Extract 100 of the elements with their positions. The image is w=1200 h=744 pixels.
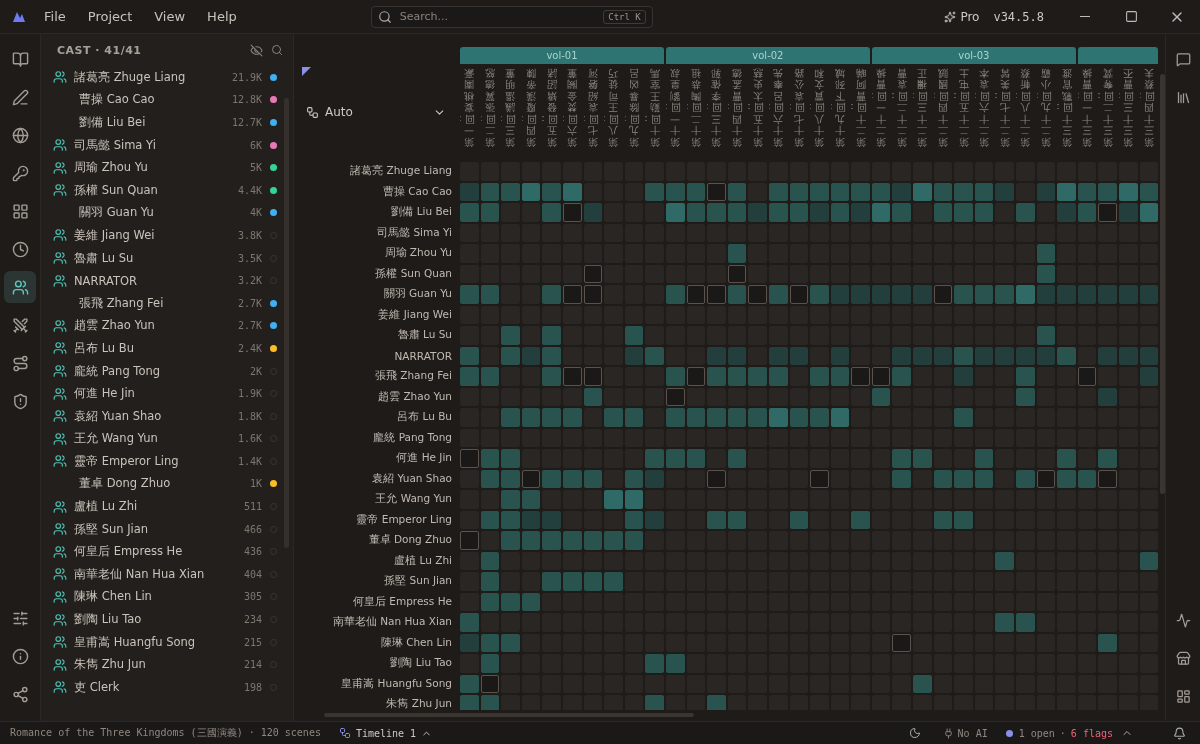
users-icon [53, 228, 67, 243]
users-icon [53, 499, 67, 514]
users-icon [53, 680, 67, 695]
timeline-button[interactable]: Timeline 1 [338, 727, 433, 739]
row-label: 龐統 Pang Tong [372, 430, 453, 445]
row-label: NARRATOR [393, 349, 453, 362]
menu-item[interactable]: Project [87, 9, 133, 24]
row-label: 張飛 Zhang Fei [373, 369, 453, 384]
users-icon [53, 273, 67, 288]
cast-item[interactable]: 姜維 Jiang Wei 3.8K [41, 224, 293, 247]
corner-icon [302, 67, 311, 76]
cast-item[interactable]: 盧植 Lu Zhi 511 [41, 495, 293, 518]
row-label: 諸葛亮 Zhuge Liang [349, 164, 453, 179]
row-label: 趙雲 Zhao Yun [377, 389, 453, 404]
row-label: 朱雋 Zhu Jun [385, 697, 453, 710]
panel-title: CAST · 41/41 [57, 43, 143, 57]
row-label: 王允 Wang Yun [374, 492, 453, 507]
plug-icon [942, 727, 954, 739]
cast-item[interactable]: 董卓 Dong Zhuo 1K [41, 472, 293, 496]
cast-item[interactable]: 孫堅 Sun Jian 466 [41, 517, 293, 541]
layout-icon [306, 105, 319, 119]
row-label: 劉陶 Liu Tao [389, 656, 453, 671]
cast-item[interactable]: 趙雲 Zhao Yun 2.7K [41, 314, 293, 338]
chapter-header: 第二回：張翼德怒 [483, 66, 496, 149]
users-icon[interactable] [4, 271, 36, 303]
scrollbar[interactable] [1160, 74, 1165, 494]
users-icon [53, 341, 67, 356]
cast-item[interactable]: 龐統 Pang Tong 2K [41, 359, 293, 383]
pro-badge[interactable]: Pro [944, 9, 980, 24]
minimize-icon [1080, 15, 1090, 18]
chapter-header: 第十七回：袁公路 [792, 66, 805, 149]
row-label: 董卓 Dong Zhuo [367, 533, 453, 548]
chapter-header: 第二十九回：小霸 [1039, 66, 1052, 149]
version-label: v34.5.8 [993, 9, 1044, 24]
row-label: 曹操 Cao Cao [381, 184, 453, 199]
users-icon [53, 364, 67, 378]
cast-item[interactable]: 曹操 Cao Cao 12.8K [41, 88, 293, 112]
cast-item[interactable]: 皇甫嵩 Huangfu Song 215 [41, 630, 293, 654]
cast-item[interactable]: 關羽 Guan Yu 4K [41, 201, 293, 225]
cast-item[interactable]: 朱雋 Zhu Jun 214 [41, 653, 293, 677]
users-icon [53, 138, 67, 153]
menu-item[interactable]: View [154, 9, 186, 24]
logo-icon [12, 10, 26, 23]
row-label: 何進 He Jin [395, 451, 453, 466]
volume-bar: vol-03 [871, 47, 1076, 64]
moon-icon [908, 727, 921, 739]
cast-item[interactable]: 靈帝 Emperor Ling 1.4K [41, 450, 293, 473]
cast-item[interactable]: 何皇后 Empress He 436 [41, 540, 293, 564]
users-icon [53, 635, 67, 650]
cast-item[interactable]: 劉陶 Liu Tao 234 [41, 608, 293, 631]
chapter-header: 第二十四回：國賊 [936, 66, 949, 149]
cast-item[interactable]: 周瑜 Zhou Yu 5K [41, 156, 293, 179]
ai-status[interactable]: No AI [942, 727, 988, 739]
cast-item[interactable]: 南華老仙 Nan Hua Xian 404 [41, 563, 293, 586]
cast-item[interactable]: 吏 Clerk 198 [41, 676, 293, 699]
row-label: 姜維 Jiang Wei [377, 307, 453, 322]
row-label: 袁紹 Yuan Shao [371, 471, 453, 486]
maximize-icon [1124, 10, 1138, 23]
cast-item[interactable]: 張飛 Zhang Fei 2.7K [41, 291, 293, 315]
sparkle-icon [944, 10, 957, 23]
row-label: 關羽 Guan Yu [382, 287, 453, 302]
eye-off-icon [250, 43, 263, 57]
open-count: 1 open [1018, 727, 1055, 739]
row-label: 魯肅 Lu Su [396, 328, 453, 343]
menu-item[interactable]: File [44, 9, 66, 24]
cast-item[interactable]: 諸葛亮 Zhuge Liang 21.9K [41, 66, 293, 89]
search-field[interactable]: Search... Ctrl K [370, 5, 653, 28]
users-icon [53, 318, 67, 333]
cast-item[interactable]: 呂布 Lu Bu 2.4K [41, 337, 293, 360]
users-icon [53, 522, 67, 537]
row-label: 孫權 Sun Quan [374, 266, 453, 281]
shortcut-hint: Ctrl K [603, 9, 646, 24]
users-icon [53, 431, 67, 446]
search-icon [271, 44, 283, 56]
project-info: Romance of the Three Kingdoms (三國演義) · 120 scenes [10, 726, 321, 740]
cast-item[interactable]: 王允 Wang Yun 1.6K [41, 427, 293, 451]
separator: · [1059, 727, 1066, 739]
cast-item[interactable]: NARRATOR 3.2K [41, 269, 293, 292]
cast-item[interactable]: 陳琳 Chen Lin 305 [41, 585, 293, 609]
row-label: 靈帝 Emperor Ling [355, 512, 453, 527]
row-label: 何皇后 Empress He [351, 594, 453, 609]
cast-item[interactable]: 袁紹 Yuan Shao 1.8K [41, 404, 293, 428]
layout-select[interactable]: Auto [302, 100, 446, 124]
timeline-icon [338, 727, 351, 739]
volume-bar: vol-02 [665, 47, 870, 64]
cast-item[interactable]: 何進 He Jin 1.9K [41, 382, 293, 405]
row-label: 陳琳 Chen Lin [379, 635, 453, 650]
flags-count[interactable]: 6 flags [1070, 727, 1113, 739]
cast-item[interactable]: 魯肅 Lu Su 3.5K [41, 246, 293, 270]
cast-item[interactable]: 孫權 Sun Quan 4.4K [41, 178, 293, 202]
menu-item[interactable]: Help [207, 9, 237, 24]
users-icon [53, 454, 67, 469]
users-icon [53, 183, 67, 198]
cast-item[interactable]: 司馬懿 Sima Yi 6K [41, 133, 293, 157]
search-icon [377, 9, 392, 24]
cast-item[interactable]: 劉備 Liu Bei 12.7K [41, 111, 293, 134]
chapter-header: 第十二回：陶恭祖 [689, 66, 702, 149]
row-label: 劉備 Liu Bei [390, 205, 453, 220]
users-icon [53, 567, 67, 582]
users-icon [53, 544, 67, 559]
